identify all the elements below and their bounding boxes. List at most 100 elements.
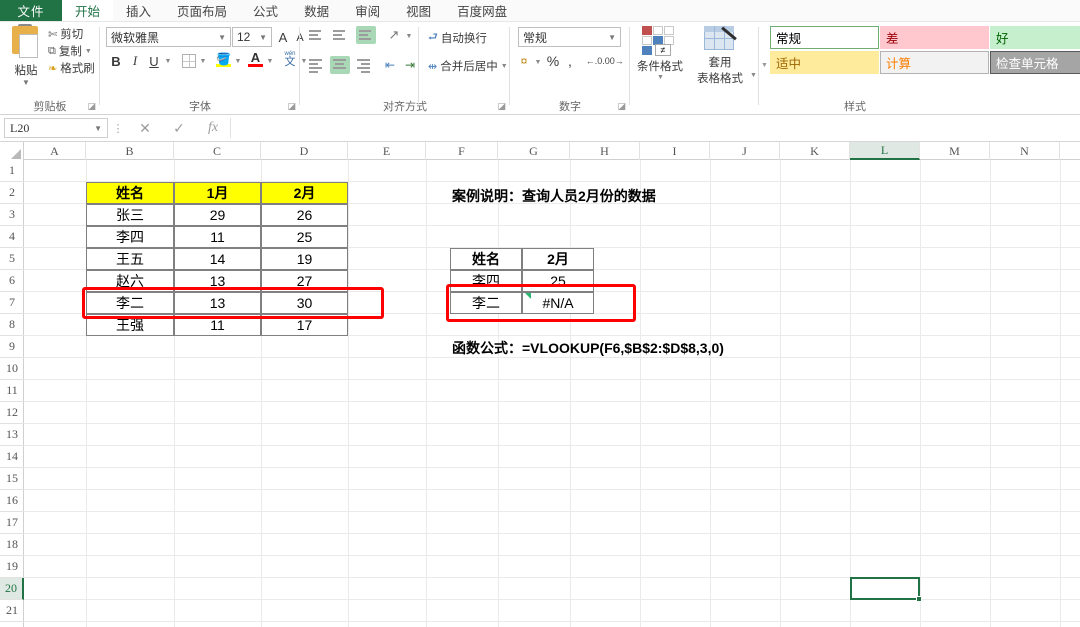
lookup-cell-f5[interactable]: 李四 xyxy=(450,270,522,292)
row-header-5[interactable]: 5 xyxy=(0,248,24,270)
borders-caret[interactable]: ▼ xyxy=(198,55,208,67)
fill-color-caret[interactable]: ▼ xyxy=(233,55,243,67)
name-box[interactable]: L20 ▼ xyxy=(4,118,108,138)
orientation-caret[interactable]: ▼ xyxy=(404,30,414,42)
format-as-table-caret[interactable]: ▼ xyxy=(750,72,757,79)
number-format-caret[interactable]: ▼ xyxy=(608,33,620,42)
cell-style-calculation[interactable]: 计算 xyxy=(880,51,989,74)
orientation-icon[interactable]: ↗ xyxy=(384,26,404,44)
font-color-caret[interactable]: ▼ xyxy=(265,55,275,67)
phonetic-guide-icon[interactable]: wén 文 xyxy=(282,51,298,68)
decrease-indent-icon[interactable]: ⇤ xyxy=(382,58,398,72)
copy-dropdown-caret[interactable]: ▼ xyxy=(85,48,92,55)
format-as-table-icon[interactable] xyxy=(704,26,737,52)
column-header-K[interactable]: K xyxy=(780,142,850,160)
paste-button-label[interactable]: 粘贴 xyxy=(6,62,46,78)
font-name-caret[interactable]: ▼ xyxy=(218,33,230,42)
paste-icon[interactable] xyxy=(10,24,40,60)
source-cell-d7[interactable]: 30 xyxy=(261,292,348,314)
insert-function-icon[interactable]: fx xyxy=(196,120,230,136)
source-header-jan[interactable]: 1月 xyxy=(174,182,261,204)
source-cell-b5[interactable]: 王五 xyxy=(86,248,174,270)
accounting-caret[interactable]: ▼ xyxy=(533,56,543,68)
row-header-14[interactable]: 14 xyxy=(0,446,24,468)
source-cell-b3[interactable]: 张三 xyxy=(86,204,174,226)
conditional-format-label[interactable]: 条件格式 xyxy=(632,58,688,74)
borders-icon[interactable] xyxy=(182,54,196,68)
cell-style-normal[interactable]: 常规 xyxy=(770,26,879,49)
column-header-D[interactable]: D xyxy=(261,142,348,160)
row-header-6[interactable]: 6 xyxy=(0,270,24,292)
column-header-N[interactable]: N xyxy=(990,142,1060,160)
source-cell-d8[interactable]: 17 xyxy=(261,314,348,336)
row-header-7[interactable]: 7 xyxy=(0,292,24,314)
cut-button[interactable]: ✄ 剪切 xyxy=(48,26,83,42)
copy-button[interactable]: ⧉ 复制 ▼ xyxy=(48,43,92,59)
lookup-cell-g5[interactable]: 25 xyxy=(522,270,594,292)
source-header-feb[interactable]: 2月 xyxy=(261,182,348,204)
row-header-15[interactable]: 15 xyxy=(0,468,24,490)
bold-button[interactable]: B xyxy=(108,52,124,70)
percent-style-button[interactable]: % xyxy=(546,53,560,69)
cell-style-good[interactable]: 好 xyxy=(990,26,1080,49)
font-dialog-launcher[interactable]: ◪ xyxy=(287,101,296,112)
number-dialog-launcher[interactable]: ◪ xyxy=(617,101,626,112)
merge-center-caret[interactable]: ▼ xyxy=(501,63,508,70)
font-color-icon[interactable]: A xyxy=(248,51,263,67)
cancel-icon[interactable]: ✕ xyxy=(128,120,162,137)
column-header-L[interactable]: L xyxy=(850,142,920,160)
column-header-J[interactable]: J xyxy=(710,142,780,160)
cell-style-neutral[interactable]: 适中 xyxy=(770,51,879,74)
tab-home[interactable]: 开始 xyxy=(62,0,114,21)
cell-style-check-cell[interactable]: 检查单元格 xyxy=(990,51,1080,74)
source-cell-b6[interactable]: 赵六 xyxy=(86,270,174,292)
column-header-C[interactable]: C xyxy=(174,142,261,160)
align-center-icon[interactable] xyxy=(330,56,350,74)
row-header-20[interactable]: 20 xyxy=(0,578,24,600)
clipboard-dialog-launcher[interactable]: ◪ xyxy=(87,101,96,112)
active-cell-selection[interactable] xyxy=(850,577,922,602)
column-header-M[interactable]: M xyxy=(920,142,990,160)
row-header-4[interactable]: 4 xyxy=(0,226,24,248)
row-header-12[interactable]: 12 xyxy=(0,402,24,424)
source-cell-c6[interactable]: 13 xyxy=(174,270,261,292)
source-cell-d6[interactable]: 27 xyxy=(261,270,348,292)
tab-file[interactable]: 文件 xyxy=(0,0,62,21)
source-header-name[interactable]: 姓名 xyxy=(86,182,174,204)
grow-font-button[interactable]: A xyxy=(275,27,291,47)
alignment-dialog-launcher[interactable]: ◪ xyxy=(497,101,506,112)
number-format-combo[interactable]: 常规 ▼ xyxy=(518,27,621,47)
formula-input[interactable] xyxy=(230,118,1076,138)
merge-center-button[interactable]: ⇹ 合并后居中 ▼ xyxy=(428,58,508,74)
cell-style-bad[interactable]: 差 xyxy=(880,26,989,49)
column-header-H[interactable]: H xyxy=(570,142,640,160)
cell-area[interactable]: 姓名 1月 2月 张三 29 26 李四 11 25 王五 14 19 赵六 1… xyxy=(24,160,1080,627)
accounting-format-icon[interactable]: ¤ xyxy=(516,54,532,68)
font-size-combo[interactable]: 12 ▼ xyxy=(232,27,272,47)
lookup-header-name[interactable]: 姓名 xyxy=(450,248,522,270)
conditional-format-caret[interactable]: ▼ xyxy=(657,74,664,81)
format-as-table-label-2[interactable]: 表格格式 xyxy=(688,70,752,86)
source-cell-b7[interactable]: 李二 xyxy=(86,292,174,314)
lookup-header-feb[interactable]: 2月 xyxy=(522,248,594,270)
paste-dropdown-caret[interactable]: ▼ xyxy=(22,78,30,87)
column-header-I[interactable]: I xyxy=(640,142,710,160)
source-cell-c5[interactable]: 14 xyxy=(174,248,261,270)
align-top-icon[interactable] xyxy=(308,28,324,42)
lookup-cell-g6[interactable]: #N/A xyxy=(522,292,594,314)
row-header-2[interactable]: 2 xyxy=(0,182,24,204)
row-header-8[interactable]: 8 xyxy=(0,314,24,336)
cell-styles-scroll-down[interactable]: ▼ xyxy=(761,62,768,69)
source-cell-d4[interactable]: 25 xyxy=(261,226,348,248)
tab-view[interactable]: 视图 xyxy=(393,0,444,21)
align-right-icon[interactable] xyxy=(356,58,372,73)
fill-handle[interactable] xyxy=(916,596,922,602)
row-header-1[interactable]: 1 xyxy=(0,160,24,182)
source-cell-b4[interactable]: 李四 xyxy=(86,226,174,248)
source-cell-c3[interactable]: 29 xyxy=(174,204,261,226)
source-cell-c8[interactable]: 11 xyxy=(174,314,261,336)
row-header-19[interactable]: 19 xyxy=(0,556,24,578)
underline-button[interactable]: U xyxy=(146,52,162,70)
format-painter-button[interactable]: ❧ 格式刷 xyxy=(48,60,95,76)
source-cell-c7[interactable]: 13 xyxy=(174,292,261,314)
